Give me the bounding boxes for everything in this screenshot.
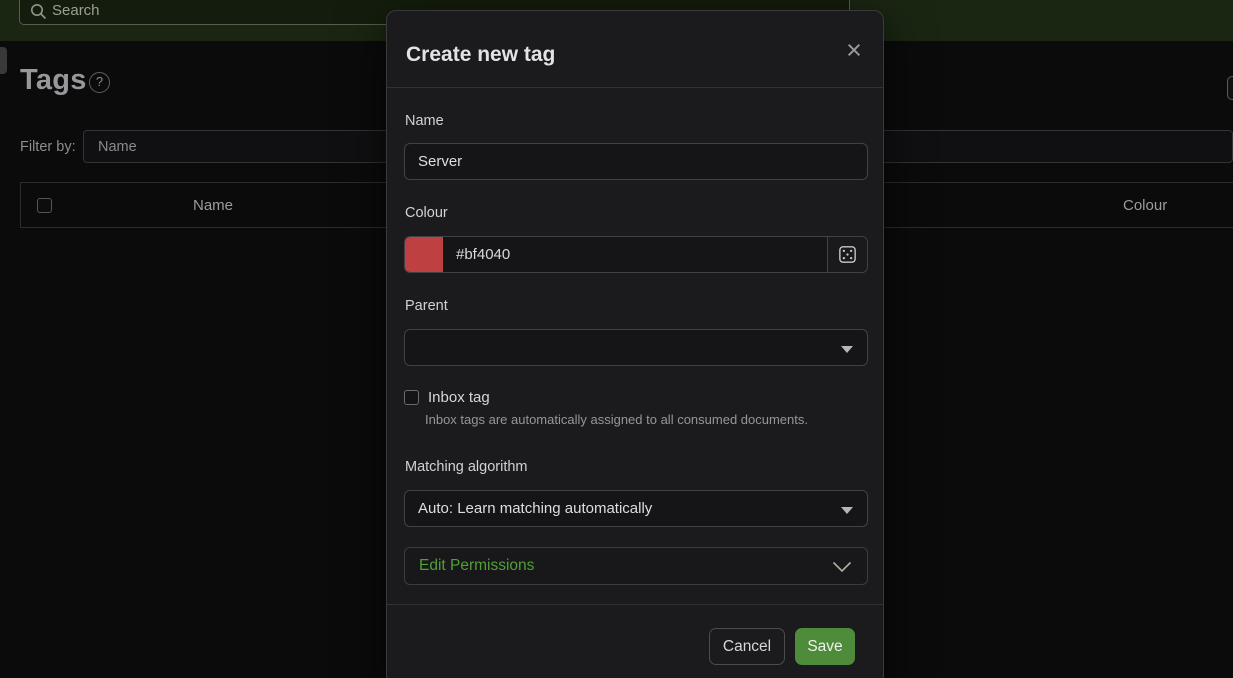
colour-swatch <box>405 237 443 272</box>
inbox-tag-checkbox[interactable] <box>404 390 419 405</box>
chevron-down-icon <box>841 507 853 514</box>
filter-by-label: Filter by: <box>20 139 76 155</box>
colour-hex-field[interactable] <box>443 237 827 272</box>
parent-select[interactable] <box>404 329 868 366</box>
left-edge-cut-element <box>0 47 7 74</box>
search-icon <box>30 3 47 20</box>
save-button[interactable]: Save <box>795 628 855 665</box>
chevron-down-icon <box>841 346 853 353</box>
column-header-name[interactable]: Name <box>193 197 233 214</box>
matching-algorithm-value: Auto: Learn matching automatically <box>418 500 652 517</box>
right-edge-cut-button[interactable] <box>1227 76 1233 100</box>
name-label: Name <box>405 113 444 129</box>
select-all-checkbox[interactable] <box>37 198 52 213</box>
name-field[interactable] <box>404 143 868 180</box>
create-tag-dialog: Create new tag × Name Colour Parent <box>386 10 884 678</box>
cancel-button[interactable]: Cancel <box>709 628 785 665</box>
edit-permissions-accordion[interactable]: Edit Permissions <box>404 547 868 585</box>
colour-input-group <box>404 236 868 273</box>
column-header-colour[interactable]: Colour <box>1123 197 1167 214</box>
dice-icon <box>839 246 856 263</box>
inbox-tag-label: Inbox tag <box>428 389 490 406</box>
chevron-down-icon <box>832 561 852 573</box>
dialog-header: Create new tag × <box>387 11 883 88</box>
dialog-title: Create new tag <box>406 43 555 67</box>
inbox-tag-hint: Inbox tags are automatically assigned to… <box>425 412 808 427</box>
random-colour-button[interactable] <box>827 237 867 272</box>
page-title: Tags <box>20 64 87 97</box>
parent-label: Parent <box>405 298 448 314</box>
close-icon[interactable]: × <box>837 33 871 67</box>
matching-algorithm-label: Matching algorithm <box>405 459 528 475</box>
help-icon[interactable]: ? <box>89 72 110 93</box>
matching-algorithm-select[interactable]: Auto: Learn matching automatically <box>404 490 868 527</box>
inbox-tag-row[interactable]: Inbox tag <box>404 389 490 406</box>
colour-label: Colour <box>405 205 448 221</box>
dialog-footer: Cancel Save <box>387 604 883 678</box>
edit-permissions-label: Edit Permissions <box>419 557 534 575</box>
